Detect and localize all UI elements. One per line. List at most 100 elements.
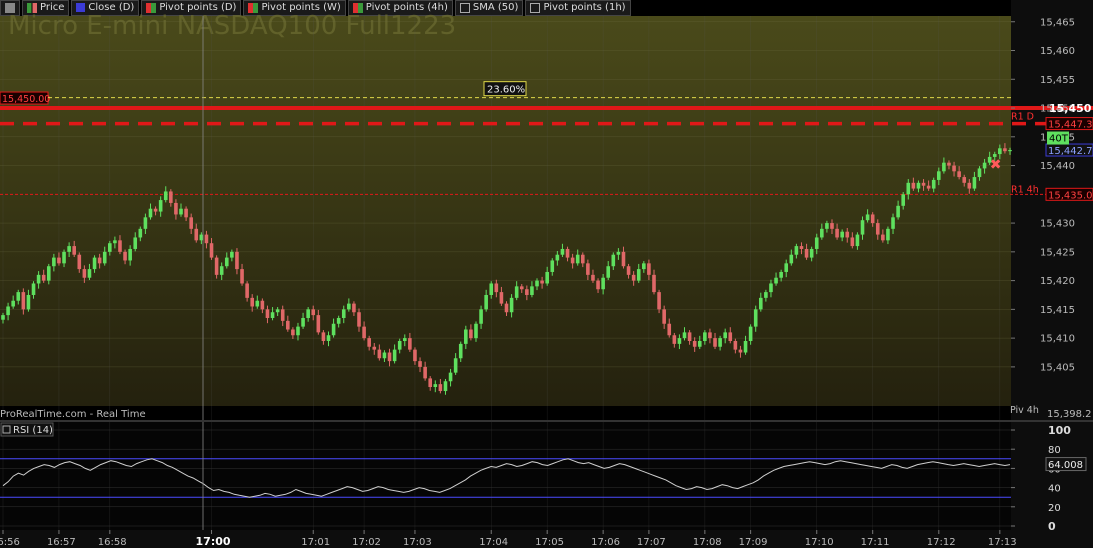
price-tick-label: 15,425 (1040, 247, 1075, 258)
candle-up (87, 269, 92, 278)
candle-down (413, 349, 417, 362)
candle-down (153, 208, 158, 212)
time-tick-label: 17:04 (479, 537, 508, 548)
candle-down (621, 251, 626, 267)
candle-up (743, 341, 748, 353)
candle-up (392, 349, 397, 362)
candle-up (550, 260, 555, 272)
candle-up (301, 317, 305, 327)
candle-down (926, 185, 931, 189)
candle-down (240, 269, 244, 284)
time-tick-label: 17:01 (301, 537, 330, 548)
candle-down (657, 292, 661, 310)
candle-up (108, 243, 112, 252)
candle-up (255, 300, 260, 307)
candle-down (957, 171, 961, 178)
candle-down (189, 217, 193, 229)
candle-up (458, 343, 463, 359)
candle-up (31, 283, 36, 295)
candle-down (235, 251, 239, 270)
candle-down (947, 162, 951, 166)
candle-up (306, 309, 310, 318)
candle-up (347, 303, 351, 310)
candle-up (448, 372, 453, 382)
candle-down (733, 341, 738, 350)
candle-down (362, 326, 366, 339)
candle-up (748, 326, 753, 341)
candle-up (16, 292, 21, 301)
candle-up (296, 326, 300, 336)
time-tick-label: 17:10 (805, 537, 834, 548)
candle-down (367, 338, 371, 347)
candle-down (804, 248, 809, 258)
candle-down (82, 269, 87, 278)
candle-down (850, 237, 855, 247)
rsi-tick-label: 20 (1048, 503, 1061, 514)
candle-up (753, 309, 758, 327)
candle-up (642, 263, 646, 270)
candle-up (484, 294, 488, 310)
close-x-marker: ✖ (990, 157, 1002, 173)
candle-up (789, 254, 794, 264)
candle-up (489, 283, 494, 295)
candle-down (184, 208, 188, 218)
candle-up (341, 309, 346, 318)
price-tick-label: 15,465 (1040, 17, 1075, 28)
candle-up (138, 228, 143, 238)
candle-down (357, 312, 361, 327)
candle-up (530, 286, 534, 295)
candle-down (586, 263, 590, 275)
candle-up (1008, 150, 1012, 152)
candle-down (469, 329, 473, 339)
candle-down (97, 257, 102, 264)
time-tick-label: 17:09 (739, 537, 768, 548)
candle-up (784, 263, 789, 272)
candle-down (667, 323, 672, 336)
candle-down (713, 338, 717, 347)
time-tick-label: 17:08 (693, 537, 722, 548)
candle-down (352, 303, 356, 313)
candle-down (662, 309, 666, 324)
candle-up (886, 228, 890, 241)
time-tick-label: 16:56 (0, 537, 20, 548)
rsi-title-box[interactable]: RSI (14) (0, 422, 54, 437)
candle-down (799, 246, 804, 249)
candle-up (758, 297, 763, 310)
candle-up (555, 254, 560, 261)
candle-up (820, 228, 824, 238)
price-tick-label: 15,455 (1040, 75, 1075, 86)
price-tick-label: 15,440 (1040, 161, 1075, 172)
candle-up (36, 274, 41, 284)
candle-up (764, 292, 768, 298)
watermark: Micro E-mini NASDAQ100 Full1223 (8, 11, 456, 41)
candle-down (377, 349, 382, 359)
price-tag-r1-d: 15,447.3 (1048, 120, 1093, 131)
candle-down (504, 303, 509, 313)
time-tick-label: 17:12 (927, 537, 956, 548)
time-tick-label: 17:11 (861, 537, 890, 548)
time-tick-label: 17:13 (988, 537, 1017, 548)
candle-down (204, 234, 209, 244)
candle-up (133, 237, 138, 249)
candle-up (606, 266, 611, 278)
candle-down (372, 346, 377, 350)
time-tick-label: 17:05 (535, 537, 564, 548)
candle-up (514, 286, 519, 298)
rsi-tick-label: 40 (1048, 484, 1061, 495)
candle-down (423, 366, 427, 379)
candle-up (453, 358, 458, 373)
level-label-r1-d: R1 D (1011, 112, 1034, 123)
candle-up (697, 341, 702, 347)
candle-down (311, 309, 316, 316)
candle-up (275, 309, 280, 313)
candle-down (260, 300, 265, 310)
candle-up (443, 381, 448, 392)
candle-down (174, 202, 178, 215)
candle-up (840, 231, 844, 238)
candle-down (250, 297, 255, 307)
candle-down (967, 182, 972, 189)
candle-down (123, 251, 127, 261)
rsi-last-value: 64.008 (1048, 460, 1083, 471)
candle-up (860, 220, 865, 235)
candle-down (387, 352, 392, 362)
